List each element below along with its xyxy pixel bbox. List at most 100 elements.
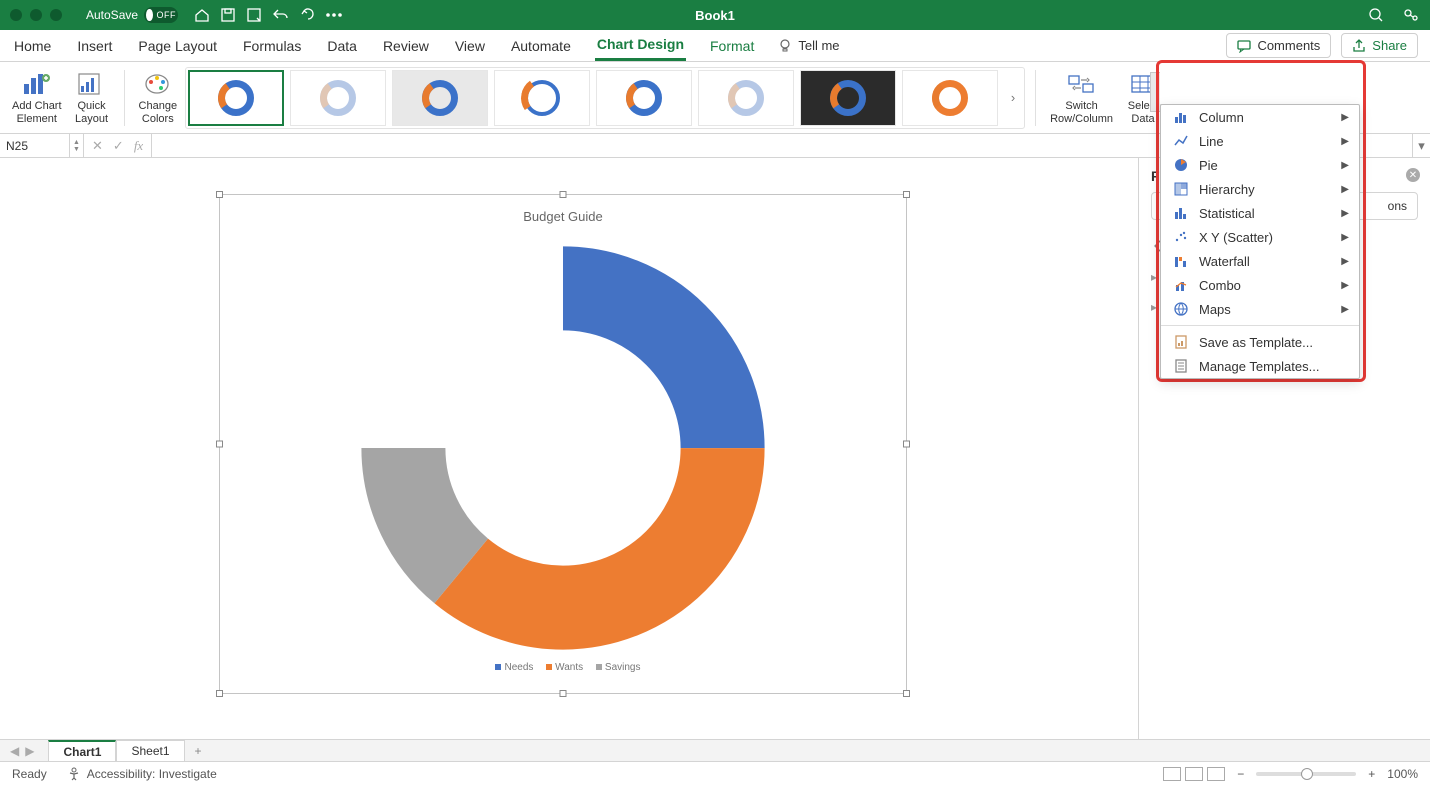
tab-formulas[interactable]: Formulas <box>241 32 303 60</box>
quick-layout-label: Quick Layout <box>75 100 108 125</box>
chart-style-8[interactable] <box>902 70 998 126</box>
name-box-steppers[interactable]: ▲▼ <box>70 134 84 157</box>
home-icon[interactable] <box>194 7 210 23</box>
resize-handle[interactable] <box>560 690 567 697</box>
chart-legend[interactable]: Needs Wants Savings <box>220 662 906 673</box>
pane-tab-text-options[interactable]: ons <box>1378 193 1417 219</box>
legend-label: Savings <box>605 662 641 673</box>
maximize-window-button[interactable] <box>50 9 62 21</box>
menu-item-pie[interactable]: Pie▶ <box>1161 153 1359 177</box>
switch-row-column-button[interactable]: Switch Row/Column <box>1046 68 1117 127</box>
accessibility-status[interactable]: Accessibility: Investigate <box>67 767 217 781</box>
sheet-tab-chart1[interactable]: Chart1 <box>48 740 116 762</box>
resize-handle[interactable] <box>903 690 910 697</box>
view-switcher <box>1163 767 1225 781</box>
tab-format[interactable]: Format <box>708 32 756 60</box>
fx-icon[interactable]: fx <box>134 138 143 154</box>
change-colors-button[interactable]: Change Colors <box>135 68 182 127</box>
zoom-out-button[interactable]: − <box>1237 767 1244 781</box>
redo-icon[interactable] <box>300 7 316 23</box>
tab-page-layout[interactable]: Page Layout <box>136 32 219 60</box>
minimize-window-button[interactable] <box>30 9 42 21</box>
search-icon[interactable] <box>1368 7 1384 23</box>
name-box[interactable]: N25 <box>0 134 70 157</box>
formula-bar-expand[interactable]: ▾ <box>1412 134 1430 157</box>
chart-style-2[interactable] <box>290 70 386 126</box>
close-pane-icon[interactable]: ✕ <box>1406 168 1420 182</box>
separator <box>124 70 125 126</box>
menu-item-scatter[interactable]: X Y (Scatter)▶ <box>1161 225 1359 249</box>
resize-handle[interactable] <box>216 690 223 697</box>
toggle-knob <box>146 9 153 21</box>
share-button[interactable]: Share <box>1341 33 1418 58</box>
close-window-button[interactable] <box>10 9 22 21</box>
resize-handle[interactable] <box>560 191 567 198</box>
menu-item-statistical[interactable]: Statistical▶ <box>1161 201 1359 225</box>
submenu-arrow-icon: ▶ <box>1341 160 1349 171</box>
chart-style-3[interactable] <box>392 70 488 126</box>
resize-handle[interactable] <box>216 191 223 198</box>
chart-style-6[interactable] <box>698 70 794 126</box>
undo-icon[interactable] <box>272 7 290 23</box>
tab-automate[interactable]: Automate <box>509 32 573 60</box>
sheet-nav-next[interactable]: ▶ <box>25 744 34 758</box>
tab-home[interactable]: Home <box>12 32 53 60</box>
chart-style-4[interactable] <box>494 70 590 126</box>
save-icon[interactable] <box>220 7 236 23</box>
menu-item-combo[interactable]: Combo▶ <box>1161 273 1359 297</box>
menu-item-save-template[interactable]: Save as Template... <box>1161 330 1359 354</box>
legend-label: Needs <box>504 662 533 673</box>
add-chart-element-button[interactable]: Add Chart Element <box>8 68 66 127</box>
normal-view-button[interactable] <box>1163 767 1181 781</box>
sheet-nav-prev[interactable]: ◀ <box>10 744 19 758</box>
menu-item-column[interactable]: Column▶ <box>1161 105 1359 129</box>
autosave-toggle[interactable]: OFF <box>144 7 178 23</box>
page-layout-view-button[interactable] <box>1185 767 1203 781</box>
manage-templates-icon <box>1173 358 1189 374</box>
tab-review[interactable]: Review <box>381 32 431 60</box>
quick-access-toolbar <box>194 7 342 23</box>
sheet-tab-sheet1[interactable]: Sheet1 <box>116 740 184 761</box>
autosave-group: AutoSave OFF <box>86 7 178 23</box>
menu-item-manage-templates[interactable]: Manage Templates... <box>1161 354 1359 378</box>
document-title: Book1 <box>695 8 735 23</box>
zoom-level[interactable]: 100% <box>1387 767 1418 781</box>
chart-style-5[interactable] <box>596 70 692 126</box>
chart-title[interactable]: Budget Guide <box>220 195 906 224</box>
resize-handle[interactable] <box>903 441 910 448</box>
chart-object[interactable]: Budget Guide Needs Wants Savings <box>219 194 907 694</box>
tab-data[interactable]: Data <box>325 32 359 60</box>
maps-icon <box>1173 301 1189 317</box>
chart-style-7[interactable] <box>800 70 896 126</box>
cancel-formula-icon[interactable]: ✕ <box>92 138 103 154</box>
tab-insert[interactable]: Insert <box>75 32 114 60</box>
page-break-view-button[interactable] <box>1207 767 1225 781</box>
resize-handle[interactable] <box>903 191 910 198</box>
submenu-arrow-icon: ▶ <box>1341 304 1349 315</box>
donut-chart[interactable] <box>353 238 773 658</box>
dropdown-backing <box>1160 62 1360 104</box>
menu-item-maps[interactable]: Maps▶ <box>1161 297 1359 321</box>
menu-item-waterfall[interactable]: Waterfall▶ <box>1161 249 1359 273</box>
menu-item-hierarchy[interactable]: Hierarchy▶ <box>1161 177 1359 201</box>
menu-item-line[interactable]: Line▶ <box>1161 129 1359 153</box>
add-sheet-button[interactable]: + <box>185 741 212 761</box>
resize-handle[interactable] <box>216 441 223 448</box>
save-new-icon[interactable] <box>246 7 262 23</box>
account-icon[interactable] <box>1402 7 1420 23</box>
submenu-arrow-icon: ▶ <box>1341 256 1349 267</box>
chart-style-1[interactable] <box>188 70 284 126</box>
tab-view[interactable]: View <box>453 32 487 60</box>
pie-icon <box>1173 157 1189 173</box>
tab-chart-design[interactable]: Chart Design <box>595 30 686 61</box>
comments-button[interactable]: Comments <box>1226 33 1331 58</box>
zoom-in-button[interactable]: + <box>1368 767 1375 781</box>
zoom-knob[interactable] <box>1301 768 1313 780</box>
gallery-more-button[interactable]: › <box>1004 70 1022 126</box>
confirm-formula-icon[interactable]: ✓ <box>113 138 124 154</box>
more-icon[interactable] <box>326 13 342 17</box>
tell-me[interactable]: Tell me <box>778 38 839 53</box>
add-chart-element-label: Add Chart Element <box>12 100 62 125</box>
zoom-slider[interactable] <box>1256 772 1356 776</box>
quick-layout-button[interactable]: Quick Layout <box>70 68 114 127</box>
